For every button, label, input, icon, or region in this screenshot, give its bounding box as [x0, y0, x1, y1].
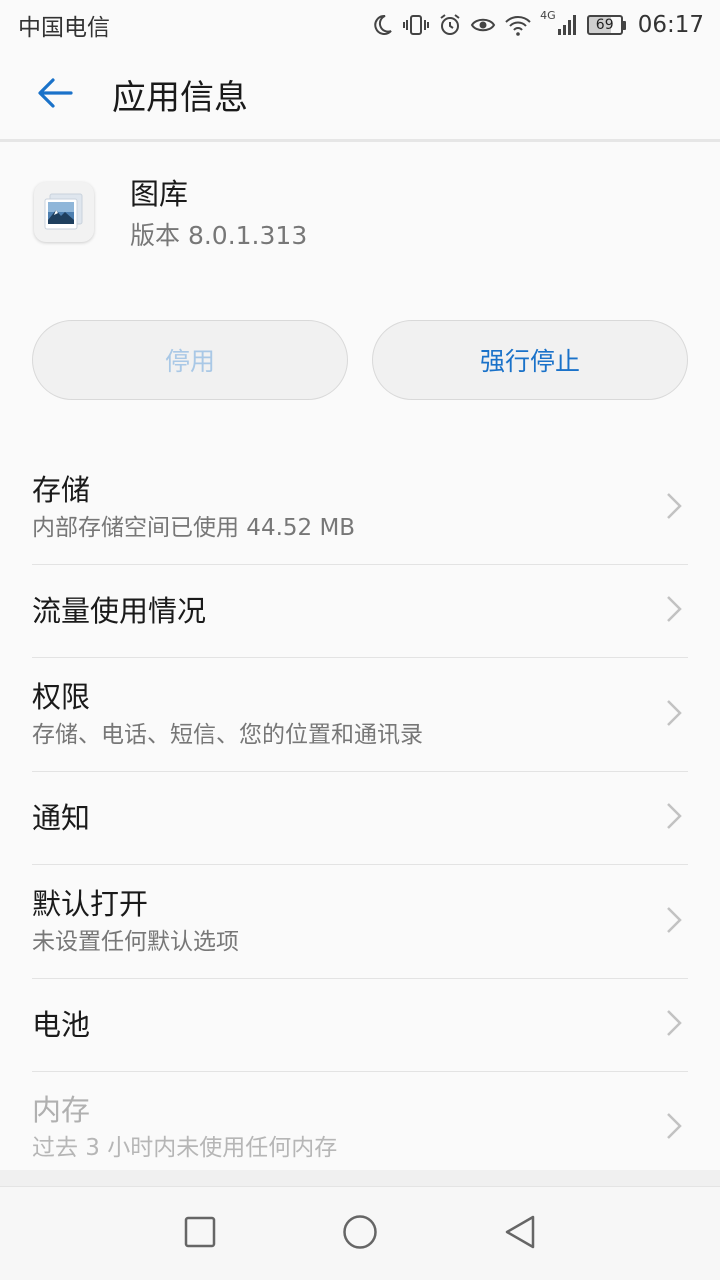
square-icon	[184, 1216, 216, 1252]
chevron-right-icon	[666, 1112, 682, 1144]
screen: 中国电信 4G 69 06:17 应用信息 图库 版本 8.0.1.313 停用…	[0, 0, 720, 1280]
item-title: 权限	[32, 679, 91, 714]
app-header: 图库 版本 8.0.1.313	[34, 174, 307, 256]
back-button[interactable]	[0, 49, 110, 141]
list-item-notifications[interactable]: 通知	[32, 772, 688, 865]
item-title: 默认打开	[32, 886, 149, 921]
circle-icon	[342, 1214, 378, 1254]
eye-icon	[470, 13, 496, 37]
list-item-permissions[interactable]: 权限 存储、电话、短信、您的位置和通讯录	[32, 658, 688, 772]
network-type-label: 4G	[540, 9, 556, 22]
gallery-icon	[34, 182, 94, 242]
wifi-icon	[504, 13, 532, 37]
app-version: 版本 8.0.1.313	[130, 221, 308, 250]
item-subtitle: 过去 3 小时内未使用任何内存	[32, 1135, 338, 1161]
chevron-right-icon	[666, 595, 682, 627]
arrow-left-icon	[35, 73, 75, 117]
list-item-memory[interactable]: 内存 过去 3 小时内未使用任何内存	[32, 1072, 688, 1184]
list-item-battery[interactable]: 电池	[32, 979, 688, 1072]
item-subtitle: 存储、电话、短信、您的位置和通讯录	[32, 721, 423, 748]
list-item-open-by-default[interactable]: 默认打开 未设置任何默认选项	[32, 865, 688, 979]
home-button[interactable]	[280, 1187, 440, 1280]
force-stop-button[interactable]: 强行停止	[372, 320, 688, 400]
battery-icon: 69	[586, 15, 626, 35]
signal-icon: 4G	[540, 9, 579, 37]
settings-list: 存储 内部存储空间已使用 44.52 MB 流量使用情况 权限 存储、电话、短信…	[32, 452, 688, 1184]
disable-button[interactable]: 停用	[32, 320, 348, 400]
list-item-storage[interactable]: 存储 内部存储空间已使用 44.52 MB	[32, 452, 688, 565]
battery-level: 69	[586, 15, 623, 35]
clock: 06:17	[637, 12, 704, 38]
carrier-label: 中国电信	[18, 15, 110, 41]
item-title: 流量使用情况	[32, 594, 207, 628]
alarm-icon	[438, 13, 462, 37]
bottom-gap	[0, 1170, 720, 1186]
action-row: 停用 强行停止	[32, 320, 688, 400]
app-name: 图库	[130, 177, 189, 211]
item-subtitle: 未设置任何默认选项	[32, 928, 239, 955]
item-title: 存储	[32, 473, 91, 507]
navigation-bar	[0, 1186, 720, 1280]
nav-back-button[interactable]	[440, 1187, 600, 1280]
item-subtitle: 内部存储空间已使用 44.52 MB	[32, 515, 356, 541]
recent-apps-button[interactable]	[120, 1187, 280, 1280]
status-bar: 中国电信 4G 69 06:17	[0, 0, 720, 50]
item-title: 内存	[32, 1093, 91, 1127]
chevron-right-icon	[666, 492, 682, 524]
chevron-right-icon	[666, 802, 682, 834]
vibrate-icon	[402, 13, 430, 37]
chevron-right-icon	[666, 1009, 682, 1041]
item-title: 电池	[32, 1008, 91, 1042]
status-icons: 4G 69 06:17	[370, 9, 704, 38]
chevron-right-icon	[666, 699, 682, 731]
list-item-data-usage[interactable]: 流量使用情况	[32, 565, 688, 658]
app-bar: 应用信息	[0, 50, 720, 142]
chevron-right-icon	[666, 906, 682, 938]
app-text: 图库 版本 8.0.1.313	[130, 174, 307, 256]
moon-icon	[370, 13, 394, 37]
page-title: 应用信息	[112, 78, 248, 118]
item-title: 通知	[32, 801, 91, 835]
triangle-back-icon	[503, 1214, 537, 1254]
